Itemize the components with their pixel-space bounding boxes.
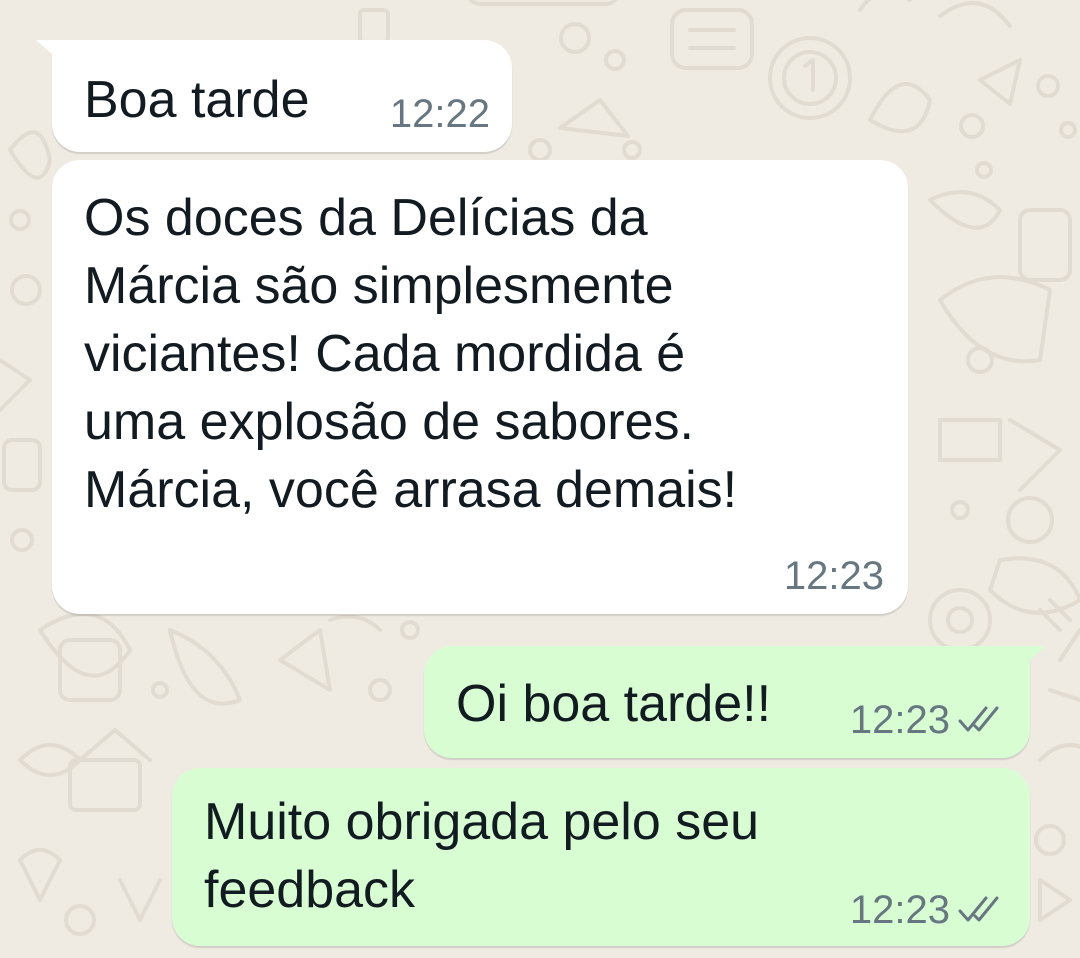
message-text: Boa tarde	[84, 71, 310, 129]
bubble-tail	[1016, 646, 1046, 672]
message-bubble-outgoing[interactable]: Oi boa tarde!! 12:23	[424, 646, 1046, 758]
message-time: 12:22	[389, 92, 490, 136]
message-meta: 12:22	[390, 90, 490, 138]
message-meta: 12:23	[784, 552, 884, 600]
message-text: Oi boa tarde!!	[456, 675, 772, 733]
double-check-icon	[958, 706, 999, 732]
message-time: 12:23	[783, 554, 884, 598]
message-bubble-incoming[interactable]: Os doces da Delícias da Márcia são simpl…	[52, 160, 908, 614]
message-meta: 12:23	[850, 696, 1004, 744]
message-text: Os doces da Delícias da Márcia são simpl…	[84, 189, 738, 519]
message-time: 12:23	[849, 888, 950, 932]
double-check-icon	[958, 896, 999, 922]
bubble-tail	[36, 40, 66, 66]
message-text: Muito obrigada pelo seu feedback	[204, 793, 760, 919]
chat-area[interactable]: Boa tarde 12:22 Os doces da Delícias da …	[0, 0, 1080, 958]
message-time: 12:23	[849, 698, 950, 742]
message-bubble-outgoing[interactable]: Muito obrigada pelo seu feedback 12:23	[172, 768, 1030, 946]
message-meta: 12:23	[850, 886, 1004, 934]
message-bubble-incoming[interactable]: Boa tarde 12:22	[36, 40, 512, 152]
